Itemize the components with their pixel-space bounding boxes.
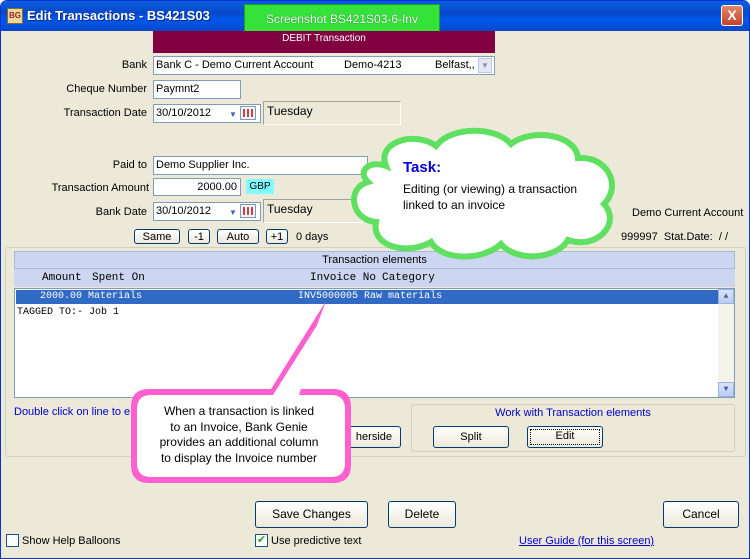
cheque-label: Cheque Number [66,83,147,95]
col-category: Category [382,272,435,284]
bank-date-calendar-icon[interactable] [240,204,256,218]
edit-transactions-window: BG Edit Transactions - BS421S03 X Screen… [0,0,750,559]
bank-name: Bank C - Demo Current Account [156,59,314,71]
app-icon: BG [7,8,23,24]
col-amount: Amount [42,272,82,284]
plus-one-day-button[interactable]: +1 [266,229,288,244]
transaction-date-label: Transaction Date [63,107,147,119]
task-line-2: linked to an invoice [403,198,506,212]
cancel-button[interactable]: Cancel [663,501,739,528]
auto-button[interactable]: Auto [217,229,259,244]
days-offset: 0 days [296,231,329,243]
show-help-balloons-label: Show Help Balloons [22,535,121,547]
user-guide-link[interactable]: User Guide (for this screen) [519,535,654,547]
bank-date-value: 30/10/2012 [156,205,212,217]
minus-one-day-button[interactable]: -1 [188,229,210,244]
calendar-icon[interactable] [240,106,256,120]
amount-label: Transaction Amount [51,182,149,194]
right-account-name: Demo Current Account [632,207,744,219]
screenshot-badge: Screenshot BS421S03-6-Inv [244,4,440,34]
cheque-number-field[interactable]: Paymnt2 [153,80,241,99]
bank-label: Bank [121,59,147,71]
save-changes-button[interactable]: Save Changes [255,501,368,528]
split-button[interactable]: Split [433,426,509,448]
close-icon[interactable]: X [721,5,743,26]
same-button[interactable]: Same [134,229,180,244]
paid-to-label: Paid to [112,159,147,171]
task-title: Task: [403,159,442,176]
tagged-to-line: TAGGED TO:- Job 1 [17,307,120,318]
window-title: Edit Transactions - BS421S03 [27,8,210,23]
bank-select[interactable]: Bank C - Demo Current Account Demo-4213 … [153,56,495,75]
edit-button[interactable]: Edit [527,426,603,448]
show-help-balloons-checkbox[interactable] [6,534,19,547]
col-invoice-no: Invoice No [310,272,377,284]
bank-date-dropdown-icon[interactable]: ▼ [229,209,238,217]
scroll-down-icon[interactable]: ▼ [718,382,734,397]
task-line-1: Editing (or viewing) a transaction [403,182,578,196]
bank-location: Belfast,, [435,59,475,71]
transaction-day: Tuesday [263,101,401,125]
work-group-title: Work with Transaction elements [495,407,651,419]
task-title-box: Task: [403,159,503,177]
debit-transaction-banner: DEBIT Transaction [153,31,495,53]
bank-code: Demo-4213 [344,59,402,71]
double-click-hint: Double click on line to e [14,406,131,418]
callout-line-4: to display the Invoice number [160,450,318,465]
transaction-date-value: 30/10/2012 [156,107,212,119]
bank-date-label: Bank Date [95,206,147,218]
paid-to-field[interactable]: Demo Supplier Inc. [153,156,368,175]
list-scrollbar[interactable]: ▲ ▼ [718,289,734,397]
amount-field[interactable]: 2000.00 [153,178,241,196]
delete-button[interactable]: Delete [388,501,456,528]
callout-text: When a transaction is linked to an Invoi… [141,404,337,466]
date-dropdown-icon[interactable]: ▼ [229,111,238,119]
predictive-text-label: Use predictive text [271,535,362,547]
predictive-text-checkbox[interactable]: ✔ [255,534,268,547]
col-spent-on: Spent On [92,272,145,284]
bank-dropdown-icon[interactable]: ▼ [478,58,492,73]
elements-column-headers: Amount Spent On Invoice No Category [14,269,735,287]
currency-badge: GBP [246,179,274,194]
callout-line-3: provides an additional column [159,435,319,449]
task-description: Editing (or viewing) a transaction linke… [403,181,577,213]
scroll-up-icon[interactable]: ▲ [718,289,734,304]
statement-info: 999997 Stat.Date: / / [621,231,729,243]
callout-line-2: to an Invoice, Bank Genie [170,419,308,434]
callout-line-1: When a transaction is linked [163,404,315,418]
